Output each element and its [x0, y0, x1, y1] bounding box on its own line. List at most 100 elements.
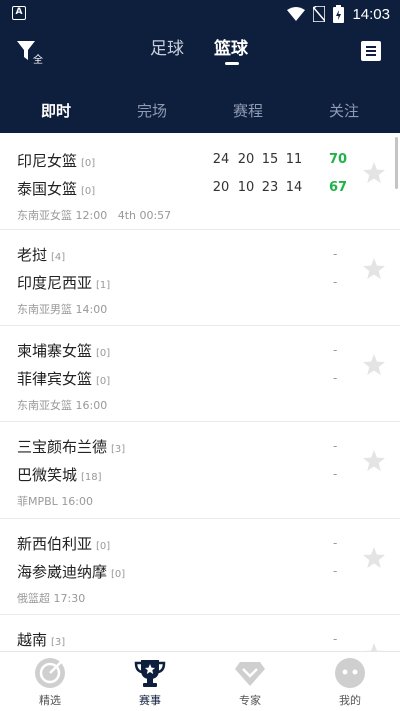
league-name: 东南亚女篮: [17, 399, 72, 412]
match-meta: 东南亚女篮 16:00: [17, 397, 107, 413]
tab-football[interactable]: 足球: [150, 34, 184, 59]
diamond-icon: [235, 662, 265, 686]
nav-matches[interactable]: 赛事: [100, 652, 200, 711]
team-name: 海参崴迪纳摩: [17, 563, 108, 581]
document-icon-line: [366, 46, 376, 48]
away-team: 菲律宾女篮 [0]: [17, 368, 110, 389]
favorite-star-icon[interactable]: [362, 257, 386, 281]
nav-label: 专家: [239, 694, 261, 707]
filter-button[interactable]: 全: [16, 39, 44, 66]
tab-finished[interactable]: 完场: [137, 100, 167, 121]
away-team: 巴微笑城 [18]: [17, 464, 102, 485]
team-name: 巴微笑城: [17, 466, 78, 484]
match-card[interactable]: 柬埔寨女篮 [0] - 菲律宾女篮 [0] - 东南亚女篮 16:00: [0, 326, 400, 422]
team-rank: [3]: [51, 637, 66, 648]
document-button[interactable]: [361, 41, 381, 61]
home-team: 老挝 [4]: [17, 244, 65, 265]
clock: 14:03: [352, 5, 390, 23]
team-name: 越南: [17, 631, 48, 649]
match-card[interactable]: 越南 [3] -: [0, 615, 400, 651]
match-card[interactable]: 三宝颜布兰德 [3] - 巴微笑城 [18] - 菲MPBL 16:00: [0, 422, 400, 519]
league-name: 东南亚女篮: [17, 209, 72, 222]
quarter-score: 11: [285, 152, 303, 167]
nav-featured[interactable]: 精选: [0, 652, 100, 711]
team-name: 印度尼西亚: [17, 274, 93, 292]
team-rank: [0]: [96, 376, 111, 387]
match-time: 16:00: [75, 399, 108, 412]
score-placeholder: -: [333, 275, 338, 289]
away-team: 印度尼西亚 [1]: [17, 272, 110, 293]
score-placeholder: -: [333, 632, 338, 646]
tab-basketball[interactable]: 篮球: [214, 34, 248, 59]
match-meta: 东南亚男篮 14:00: [17, 301, 107, 317]
league-name: 俄篮超: [17, 592, 50, 605]
favorite-star-icon[interactable]: [362, 449, 386, 473]
match-card[interactable]: 新西伯利亚 [0] - 海参崴迪纳摩 [0] - 俄篮超 17:30: [0, 519, 400, 615]
favorite-star-icon[interactable]: [362, 161, 386, 185]
team-rank: [0]: [81, 186, 96, 197]
match-card[interactable]: 老挝 [4] - 印度尼西亚 [1] - 东南亚男篮 14:00: [0, 230, 400, 326]
total-score: 70: [328, 152, 348, 167]
score-placeholder: -: [333, 343, 338, 357]
document-icon-line: [366, 50, 376, 52]
home-team: 新西伯利亚 [0]: [17, 533, 110, 554]
quarter-score: 15: [261, 152, 279, 167]
team-rank: [4]: [51, 252, 66, 263]
team-name: 老挝: [17, 246, 48, 264]
score-placeholder: -: [333, 564, 338, 578]
match-time: 17:30: [53, 592, 86, 605]
top-nav: 全 足球 篮球: [0, 34, 400, 68]
home-team: 越南 [3]: [17, 629, 65, 650]
score-placeholder: -: [333, 371, 338, 385]
away-team: 海参崴迪纳摩 [0]: [17, 561, 125, 582]
score-placeholder: -: [333, 247, 338, 261]
match-status-tabs: 即时 完场 赛程 关注: [0, 96, 400, 126]
league-name: 东南亚男篮: [17, 303, 72, 316]
team-name: 三宝颜布兰德: [17, 438, 108, 456]
nav-label: 赛事: [139, 694, 161, 707]
tab-live[interactable]: 即时: [41, 100, 71, 121]
team-name: 新西伯利亚: [17, 535, 93, 553]
tab-following[interactable]: 关注: [329, 100, 359, 121]
favorite-star-icon[interactable]: [362, 353, 386, 377]
total-score: 67: [328, 180, 348, 195]
nav-label: 精选: [39, 694, 61, 707]
app-header: A 14:03 全 足球 篮球 即时 完场 赛程 关注: [0, 0, 400, 133]
match-meta: 菲MPBL 16:00: [17, 493, 93, 509]
score-placeholder: -: [333, 467, 338, 481]
face-icon: [335, 658, 365, 688]
team-name: 柬埔寨女篮: [17, 342, 93, 360]
nav-profile[interactable]: 我的: [300, 652, 400, 711]
league-name: 菲MPBL: [17, 495, 58, 508]
status-bar: A 14:03: [0, 0, 400, 28]
favorite-star-icon[interactable]: [362, 642, 386, 651]
match-meta: 东南亚女篮 12:00 4th 00:57: [17, 207, 171, 223]
team-rank: [0]: [111, 569, 126, 580]
quarter-score: 20: [237, 152, 255, 167]
document-icon-line: [366, 54, 376, 56]
nav-label: 我的: [339, 694, 361, 707]
match-time: 12:00: [75, 209, 108, 222]
home-team: 印尼女篮 [0]: [17, 150, 95, 171]
active-tab-indicator: [225, 62, 239, 65]
match-meta: 俄篮超 17:30: [17, 590, 85, 606]
match-list[interactable]: 印尼女篮 [0] 24 20 15 11 70 泰国女篮 [0] 20 10 23 …: [0, 133, 400, 651]
score-placeholder: -: [333, 536, 338, 550]
tab-schedule[interactable]: 赛程: [233, 100, 263, 121]
team-rank: [0]: [96, 348, 111, 359]
match-card[interactable]: 印尼女篮 [0] 24 20 15 11 70 泰国女篮 [0] 20 10 23 …: [0, 133, 400, 230]
filter-all-label: 全: [33, 53, 43, 65]
team-rank: [1]: [96, 280, 111, 291]
away-team: 泰国女篮 [0]: [17, 178, 95, 199]
nav-experts[interactable]: 专家: [200, 652, 300, 711]
app-notification-icon: A: [12, 6, 26, 20]
match-status: 4th 00:57: [117, 209, 172, 222]
filter-icon: 全: [17, 41, 43, 66]
trophy-icon: [134, 660, 166, 687]
wifi-icon: [287, 7, 306, 21]
home-team: 柬埔寨女篮 [0]: [17, 340, 110, 361]
favorite-star-icon[interactable]: [362, 546, 386, 570]
team-name: 菲律宾女篮: [17, 370, 93, 388]
match-time: 14:00: [75, 303, 108, 316]
team-rank: [0]: [96, 541, 111, 552]
